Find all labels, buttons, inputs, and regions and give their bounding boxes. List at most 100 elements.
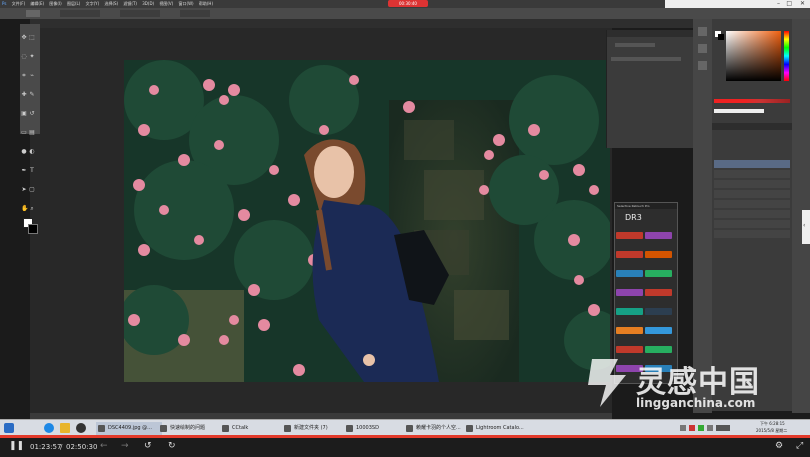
swatch-row[interactable] [714, 99, 790, 103]
move-tool-icon[interactable]: ✥ [21, 35, 27, 41]
ie-icon[interactable] [44, 423, 54, 433]
layer-row[interactable] [714, 170, 790, 178]
watermark-url: lingganchina.com [636, 396, 756, 410]
plugin-action-button[interactable] [616, 251, 643, 258]
history-icon[interactable] [698, 27, 707, 36]
wand-tool-icon[interactable]: ✦ [29, 54, 35, 60]
layer-row[interactable] [714, 200, 790, 208]
taskbar-item-folder[interactable]: 10003SD [344, 422, 410, 435]
menu-item[interactable]: 编辑(E) [30, 1, 44, 7]
heal-tool-icon[interactable]: ✚ [21, 92, 27, 98]
taskbar-item-folder[interactable]: 快速绘制的问题 [158, 422, 224, 435]
type-tool-icon[interactable]: T [29, 168, 35, 174]
media-icon[interactable] [76, 423, 86, 433]
blur-tool-icon[interactable]: ● [21, 149, 27, 155]
pen-tool-icon[interactable]: ✒ [21, 168, 27, 174]
side-collapse-tab[interactable]: ‹ [802, 210, 810, 244]
plugin-action-button[interactable] [616, 346, 643, 353]
ps-logo-icon[interactable]: Ps [2, 1, 6, 6]
layer-row[interactable] [714, 190, 790, 198]
menu-item[interactable]: 视图(V) [159, 1, 173, 7]
recording-badge: 00:30:40 [388, 0, 428, 7]
pause-icon[interactable]: ❚❚ [9, 441, 24, 451]
plugin-action-button[interactable] [645, 289, 672, 296]
plugin-action-button[interactable] [616, 232, 643, 239]
menu-item[interactable]: 图层(L) [67, 1, 80, 7]
swatch-row[interactable] [714, 109, 764, 113]
properties-panel [606, 30, 693, 148]
menu-item[interactable]: 帮助(H) [199, 1, 213, 7]
taskbar-item-lightroom[interactable]: Lightroom Catalo... [464, 422, 530, 435]
tool-preset-icon[interactable] [26, 10, 40, 17]
marquee-tool-icon[interactable]: ⬚ [29, 35, 35, 41]
tray-icons[interactable] [680, 425, 730, 431]
taskbar-item-cctalk[interactable]: CCtalk [220, 422, 286, 435]
eyedropper-tool-icon[interactable]: ⌁ [29, 73, 35, 79]
hue-slider[interactable] [784, 31, 789, 81]
properties-icon[interactable] [698, 44, 707, 53]
plugin-action-button[interactable] [645, 232, 672, 239]
plugin-action-button[interactable] [645, 308, 672, 315]
layer-row[interactable] [714, 210, 790, 218]
option-control[interactable] [180, 10, 210, 17]
previous-icon[interactable]: ← [100, 441, 108, 451]
panel-tabs [607, 30, 693, 37]
color-field[interactable] [726, 31, 781, 81]
start-button-icon[interactable] [4, 423, 14, 433]
next-icon[interactable]: → [121, 441, 129, 451]
maximize-icon[interactable]: □ [786, 0, 792, 7]
taskbar-item-photoshop[interactable]: DSC4409.jpg @... [96, 422, 162, 435]
shape-tool-icon[interactable]: ▢ [29, 187, 35, 193]
fullscreen-icon[interactable]: ⤢ [796, 441, 803, 451]
menu-item[interactable]: 文件(F) [12, 1, 25, 7]
menu-item[interactable]: 窗口(W) [179, 1, 194, 7]
background-color-swatch[interactable] [28, 224, 38, 234]
dodge-tool-icon[interactable]: ◐ [29, 149, 35, 155]
layers-tab[interactable] [712, 123, 792, 130]
menu-item[interactable]: 选择(S) [104, 1, 118, 7]
plugin-action-button[interactable] [645, 251, 672, 258]
rewind-15-icon[interactable]: ↺ [144, 441, 152, 451]
stamp-tool-icon[interactable]: ▣ [21, 111, 27, 117]
plugin-action-button[interactable] [616, 327, 643, 334]
menu-item[interactable]: 图像(I) [49, 1, 61, 7]
layer-row[interactable] [714, 220, 790, 228]
close-icon[interactable]: ✕ [800, 0, 805, 7]
crop-tool-icon[interactable]: ⌗ [21, 73, 27, 79]
path-select-icon[interactable]: ➤ [21, 187, 27, 193]
panel-row[interactable] [611, 57, 681, 61]
plugin-action-button[interactable] [645, 270, 672, 277]
plugin-action-button[interactable] [616, 270, 643, 277]
panel-row[interactable] [615, 43, 655, 47]
hand-tool-icon[interactable]: ✋ [21, 206, 28, 212]
taskbar-item-cctalk-profile[interactable]: 赖耀卡羽的个人空... [404, 422, 470, 435]
photo-canvas[interactable] [124, 60, 610, 382]
history-brush-icon[interactable]: ↺ [29, 111, 35, 117]
layer-row[interactable] [714, 180, 790, 188]
gradient-tool-icon[interactable]: ▤ [29, 130, 35, 136]
lasso-tool-icon[interactable]: ◌ [21, 54, 27, 60]
plugin-action-button[interactable] [616, 289, 643, 296]
option-control[interactable] [120, 10, 160, 17]
option-control[interactable] [60, 10, 100, 17]
menu-item[interactable]: 3D(D) [142, 1, 154, 6]
settings-gear-icon[interactable]: ⚙ [775, 441, 783, 451]
layer-row[interactable] [714, 230, 790, 238]
adjust-icon[interactable] [698, 61, 707, 70]
eraser-tool-icon[interactable]: ▭ [21, 130, 27, 136]
plugin-action-button[interactable] [645, 346, 672, 353]
minimize-icon[interactable]: – [777, 0, 780, 7]
plugin-action-button[interactable] [616, 308, 643, 315]
panel-icon-strip [693, 19, 712, 413]
bg-color-chip[interactable] [718, 34, 724, 40]
explorer-icon[interactable] [60, 423, 70, 433]
menu-item[interactable]: 滤镜(T) [123, 1, 137, 7]
menu-item[interactable]: 文字(Y) [86, 1, 100, 7]
zoom-tool-icon[interactable]: ⌕ [29, 206, 35, 212]
brush-tool-icon[interactable]: ✎ [29, 92, 35, 98]
layer-row[interactable] [714, 160, 790, 168]
window-controls: – □ ✕ [665, 0, 810, 8]
taskbar-item-folder[interactable]: 新建文件夹 (7) [282, 422, 348, 435]
plugin-action-button[interactable] [645, 327, 672, 334]
forward-15-icon[interactable]: ↻ [168, 441, 176, 451]
